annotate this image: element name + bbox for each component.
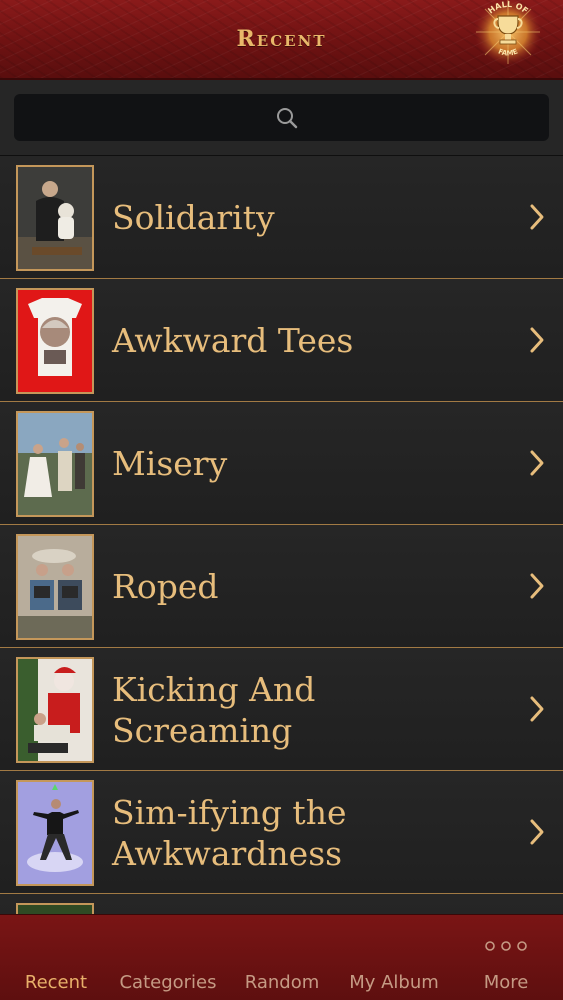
chevron-right-icon [530,819,544,845]
list-item-label: Sim-ifying the Awkwardness [112,792,347,873]
search-input[interactable] [14,94,549,141]
tab-random[interactable]: Random [236,915,328,1000]
thumbnail-image [16,780,94,886]
list-item[interactable]: Sim-ifying the Awkwardness [0,771,563,894]
chevron-right-icon [530,204,544,230]
list-item[interactable]: Roped [0,525,563,648]
hall-of-fame-icon[interactable]: HALL OF FAME [471,0,545,68]
list-item[interactable]: Solidarity [0,156,563,279]
tab-bar: Recent Categories Random My Album More [0,914,563,1000]
thumbnail-image [16,165,94,271]
thumbnail-image [16,534,94,640]
tab-my-album[interactable]: My Album [338,915,450,1000]
list-item[interactable]: Kicking And Screaming [0,648,563,771]
tab-label: Random [244,972,320,993]
chevron-right-icon [530,450,544,476]
search-icon [277,108,298,129]
album-list: Solidarity Awkward Tees Misery Roped Kic… [0,156,563,914]
tab-recent[interactable]: Recent [10,915,102,1000]
list-item-label: Kicking And Screaming [112,669,316,750]
tab-label: Recent [24,972,88,993]
chevron-right-icon [530,327,544,353]
thumbnail-image [16,411,94,517]
list-item-label: Roped [112,567,219,606]
tab-label: More [483,972,529,993]
chevron-right-icon [530,696,544,722]
search-bar [0,80,563,156]
thumbnail-image [16,657,94,763]
tab-label: My Album [349,972,439,993]
list-item-label: Awkward Tees [112,321,354,360]
thumbnail-image [16,903,94,914]
list-item[interactable]: Misery [0,402,563,525]
thumbnail-image [16,288,94,394]
list-item[interactable] [0,894,563,914]
tab-label: Categories [119,972,217,993]
more-dots-icon [485,941,527,951]
nav-bar: Recent HALL OF FAME [0,0,563,80]
list-item[interactable]: Awkward Tees [0,279,563,402]
chevron-right-icon [530,573,544,599]
list-item-label: Solidarity [112,198,275,237]
tab-more[interactable]: More [462,915,550,1000]
tab-categories[interactable]: Categories [110,915,226,1000]
list-item-label: Misery [112,444,228,483]
